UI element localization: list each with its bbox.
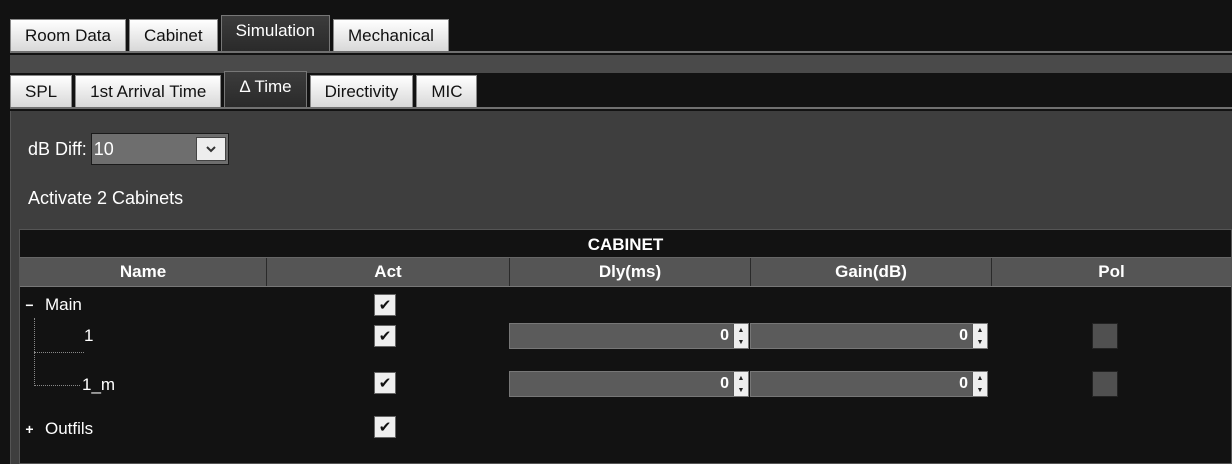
tab-content-strip [10, 55, 1232, 73]
stepper-up-icon[interactable]: ▲ [734, 372, 748, 384]
gain-value: 0 [959, 327, 968, 344]
stepper-up-icon[interactable]: ▲ [973, 372, 987, 384]
cabinet-table: CABINET Name Act Dly(ms) Gain(dB) Pol − … [19, 229, 1232, 464]
stepper-down-icon[interactable]: ▼ [973, 336, 987, 348]
table-header: Name Act Dly(ms) Gain(dB) Pol [20, 257, 1231, 287]
polarity-checkbox[interactable] [1092, 371, 1118, 397]
row-label: Main [45, 295, 82, 314]
column-header-pol[interactable]: Pol [992, 258, 1231, 286]
collapse-icon[interactable]: − [24, 297, 35, 313]
column-header-name[interactable]: Name [20, 258, 267, 286]
delay-spinbox[interactable]: 0 ▲ ▼ [509, 323, 749, 349]
stepper-down-icon[interactable]: ▼ [734, 384, 748, 396]
db-diff-control: dB Diff: 10 [28, 133, 229, 165]
delay-value: 0 [720, 327, 729, 344]
table-row[interactable]: 1 ✔ 0 ▲ ▼ 0 ▲ ▼ [20, 323, 1231, 370]
main-tab-bar: Room Data Cabinet Simulation Mechanical [10, 15, 1232, 53]
stepper-down-icon[interactable]: ▼ [973, 384, 987, 396]
delta-time-panel: dB Diff: 10 Activate 2 Cabinets CABINET … [10, 111, 1232, 464]
chevron-down-icon[interactable] [195, 137, 226, 161]
tab-mechanical[interactable]: Mechanical [332, 19, 449, 51]
tab-spl[interactable]: SPL [10, 75, 73, 107]
table-row[interactable]: − Main ✔ [20, 288, 1231, 322]
column-header-gain[interactable]: Gain(dB) [751, 258, 992, 286]
table-caption: CABINET [587, 235, 664, 254]
polarity-checkbox[interactable] [1092, 323, 1118, 349]
db-diff-label: dB Diff: [28, 138, 87, 159]
delay-spinbox[interactable]: 0 ▲ ▼ [509, 371, 749, 397]
delay-value: 0 [720, 375, 729, 392]
row-name-1-m: 1_m [82, 368, 115, 402]
row-label: 1_m [82, 375, 116, 394]
delay-stepper[interactable]: ▲ ▼ [733, 324, 748, 348]
gain-value: 0 [959, 375, 968, 392]
tab-room-data[interactable]: Room Data [10, 19, 126, 51]
column-header-dly[interactable]: Dly(ms) [510, 258, 751, 286]
table-row[interactable]: 1_m ✔ 0 ▲ ▼ 0 ▲ ▼ [20, 370, 1231, 404]
db-diff-value: 10 [93, 138, 114, 159]
app-frame: Room Data Cabinet Simulation Mechanical … [0, 0, 1232, 464]
activate-cabinets-text: Activate 2 Cabinets [28, 188, 184, 208]
gain-stepper[interactable]: ▲ ▼ [972, 324, 987, 348]
row-label: 1 [84, 326, 94, 345]
row-name-main: − Main [20, 288, 82, 322]
tab-mic[interactable]: MIC [416, 75, 478, 107]
tab-1st-arrival-time[interactable]: 1st Arrival Time [75, 75, 222, 107]
row-name-outfils: + Outfils [20, 412, 93, 446]
act-checkbox[interactable]: ✔ [374, 325, 396, 347]
stepper-up-icon[interactable]: ▲ [734, 324, 748, 336]
row-name-1: 1 [84, 319, 93, 353]
tab-delta-time[interactable]: Δ Time [224, 71, 307, 107]
act-checkbox[interactable]: ✔ [374, 294, 396, 316]
tab-directivity[interactable]: Directivity [309, 75, 414, 107]
gain-spinbox[interactable]: 0 ▲ ▼ [750, 323, 988, 349]
gain-spinbox[interactable]: 0 ▲ ▼ [750, 371, 988, 397]
gain-stepper[interactable]: ▲ ▼ [972, 372, 987, 396]
act-checkbox[interactable]: ✔ [374, 416, 396, 438]
tab-simulation[interactable]: Simulation [220, 15, 330, 51]
simulation-tab-bar: SPL 1st Arrival Time Δ Time Directivity … [10, 71, 1232, 109]
act-checkbox[interactable]: ✔ [374, 372, 396, 394]
db-diff-select[interactable]: 10 [90, 133, 229, 165]
row-label: Outfils [45, 419, 94, 438]
stepper-up-icon[interactable]: ▲ [973, 324, 987, 336]
expand-icon[interactable]: + [24, 421, 35, 437]
delay-stepper[interactable]: ▲ ▼ [733, 372, 748, 396]
column-header-act[interactable]: Act [267, 258, 510, 286]
stepper-down-icon[interactable]: ▼ [734, 336, 748, 348]
tab-cabinet[interactable]: Cabinet [128, 19, 218, 51]
table-row[interactable]: + Outfils ✔ [20, 412, 1231, 446]
